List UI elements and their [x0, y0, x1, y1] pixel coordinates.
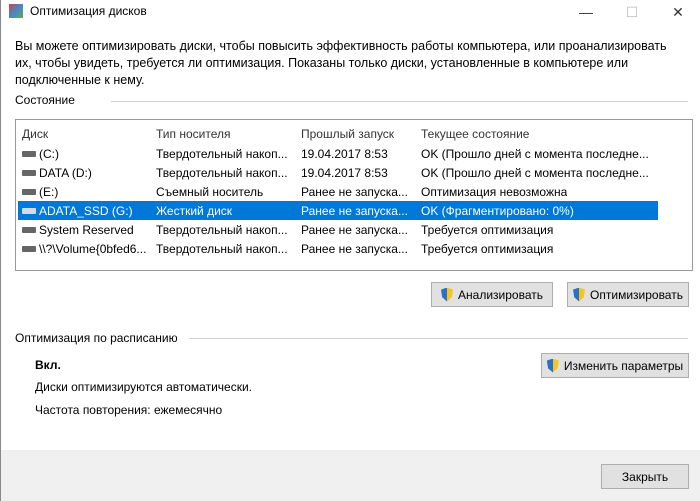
description: Вы можете оптимизировать диски, чтобы по… — [15, 39, 667, 87]
maximize-button[interactable]: ☐ — [609, 0, 655, 24]
divider — [111, 101, 688, 102]
drive-name: ADATA_SSD (G:) — [39, 203, 133, 218]
media-type-cell: Жесткий диск — [156, 203, 233, 218]
schedule-frequency: Частота повторения: ежемесячно — [35, 403, 223, 417]
drive-icon — [22, 245, 36, 252]
status-cell: Требуется оптимизация — [421, 241, 554, 256]
status-cell: OK (Прошло дней с момента последне... — [421, 165, 649, 180]
drive-row[interactable]: (E:) Съемный носитель Ранее не запуска..… — [18, 182, 658, 201]
last-run-cell: Ранее не запуска... — [301, 184, 408, 199]
drive-row[interactable]: ADATA_SSD (G:) Жесткий диск Ранее не зап… — [18, 201, 658, 220]
status-cell: Требуется оптимизация — [421, 222, 554, 237]
close-button[interactable]: Закрыть — [601, 464, 689, 489]
drive-name-cell: DATA (D:) — [22, 166, 92, 180]
drive-name: (C:) — [39, 146, 59, 161]
drive-row[interactable]: (C:) Твердотельный накоп... 19.04.2017 8… — [18, 144, 658, 163]
last-run-cell: Ранее не запуска... — [301, 241, 408, 256]
change-settings-button[interactable]: Изменить параметры — [541, 353, 689, 378]
media-type-cell: Твердотельный накоп... — [156, 241, 288, 256]
media-type-cell: Твердотельный накоп... — [156, 146, 288, 161]
shield-icon — [573, 287, 586, 302]
divider — [189, 338, 688, 339]
last-run-cell: 19.04.2017 8:53 — [301, 165, 388, 180]
media-type-cell: Твердотельный накоп... — [156, 222, 288, 237]
drive-icon — [22, 226, 36, 233]
app-icon — [9, 4, 23, 18]
media-type-cell: Твердотельный накоп... — [156, 165, 288, 180]
status-cell: OK (Прошло дней с момента последне... — [421, 146, 649, 161]
shield-icon — [441, 287, 454, 302]
drive-icon — [22, 169, 36, 176]
disk-optimization-window: Оптимизация дисков — ☐ ✕ Вы можете оптим… — [0, 0, 700, 501]
schedule-state: Вкл. — [35, 358, 61, 372]
status-cell: OK (Фрагментировано: 0%) — [421, 203, 574, 218]
title-bar: Оптимизация дисков — [9, 4, 147, 18]
column-disk[interactable]: Диск — [22, 127, 48, 141]
window-title: Оптимизация дисков — [30, 4, 147, 18]
drive-icon — [22, 207, 36, 214]
last-run-cell: Ранее не запуска... — [301, 203, 408, 218]
drive-name: DATA (D:) — [39, 165, 92, 180]
media-type-cell: Съемный носитель — [156, 184, 264, 199]
column-last-run[interactable]: Прошлый запуск — [301, 127, 394, 141]
analyze-button[interactable]: Анализировать — [431, 282, 553, 307]
drive-row[interactable]: \\?\Volume{0bfed6... Твердотельный накоп… — [18, 239, 658, 258]
drive-name-cell: \\?\Volume{0bfed6... — [22, 242, 146, 256]
drive-name-cell: System Reserved — [22, 223, 134, 237]
status-section-label: Состояние — [15, 93, 75, 107]
drive-name: (E:) — [39, 184, 59, 199]
optimize-label: Оптимизировать — [590, 287, 683, 302]
list-header: Диск Тип носителя Прошлый запуск Текущее… — [18, 124, 658, 143]
drive-row[interactable]: DATA (D:) Твердотельный накоп... 19.04.2… — [18, 163, 658, 182]
drive-name-cell: ADATA_SSD (G:) — [22, 204, 133, 218]
close-window-button[interactable]: ✕ — [655, 0, 700, 24]
drive-name-cell: (E:) — [22, 185, 58, 199]
last-run-cell: Ранее не запуска... — [301, 222, 408, 237]
optimize-button[interactable]: Оптимизировать — [567, 282, 689, 307]
status-cell: Оптимизация невозможна — [421, 184, 568, 199]
change-settings-label: Изменить параметры — [563, 358, 684, 373]
drive-name-cell: (C:) — [22, 147, 59, 161]
column-status[interactable]: Текущее состояние — [421, 127, 529, 141]
drive-row[interactable]: System Reserved Твердотельный накоп... Р… — [18, 220, 658, 239]
shield-icon — [546, 358, 559, 373]
system-drive-icon — [22, 150, 36, 157]
footer — [1, 450, 700, 501]
drive-list[interactable]: Диск Тип носителя Прошлый запуск Текущее… — [15, 119, 693, 271]
minimize-button[interactable]: — — [563, 0, 609, 24]
last-run-cell: 19.04.2017 8:53 — [301, 146, 388, 161]
drive-name: \\?\Volume{0bfed6... — [39, 241, 147, 256]
schedule-auto: Диски оптимизируются автоматически. — [35, 380, 253, 394]
usb-drive-icon — [22, 188, 36, 195]
drive-name: System Reserved — [39, 222, 134, 237]
schedule-section-label: Оптимизация по расписанию — [15, 331, 178, 345]
column-media-type[interactable]: Тип носителя — [156, 127, 230, 141]
analyze-label: Анализировать — [458, 287, 543, 302]
